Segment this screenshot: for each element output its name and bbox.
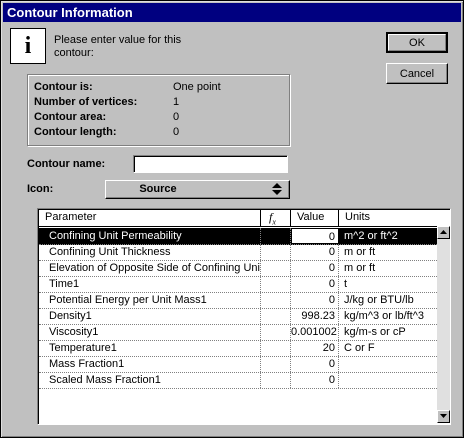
vertical-scrollbar[interactable]	[437, 226, 450, 423]
cell-value[interactable]: 0	[291, 276, 339, 292]
summary-row-area: Contour area: 0	[34, 110, 284, 125]
contour-summary-panel: Contour is: One point Number of vertices…	[27, 74, 290, 146]
cell-units: m or ft	[344, 246, 376, 258]
table-row[interactable]: Potential Energy per Unit Mass1 0 J/kg o…	[39, 292, 437, 309]
cell-value[interactable]: 998.23	[291, 308, 339, 324]
cell-parameter: Density1	[39, 308, 261, 324]
arrow-down-icon	[440, 414, 447, 418]
cell-units: m^2 or ft^2	[344, 230, 398, 242]
arrow-up-icon	[440, 230, 447, 234]
cell-parameter: Potential Energy per Unit Mass1	[39, 292, 261, 308]
cell-value[interactable]: 0	[291, 372, 339, 388]
summary-label: Number of vertices:	[34, 96, 138, 108]
summary-row-contour-is: Contour is: One point	[34, 80, 284, 95]
cell-parameter: Temperature1	[39, 340, 261, 356]
cell-value-input[interactable]: 0	[291, 228, 339, 244]
table-row[interactable]: Temperature1 20 C or F	[39, 340, 437, 357]
cell-value[interactable]: 0	[291, 356, 339, 372]
cell-units: kg/m-s or cP	[344, 326, 406, 338]
table-row[interactable]: Mass Fraction1 0	[39, 356, 437, 373]
summary-label: Contour length:	[34, 126, 117, 138]
icon-select[interactable]: Source	[105, 180, 290, 199]
cell-parameter: Elevation of Opposite Side of Confining …	[39, 260, 261, 276]
table-row[interactable]: Elevation of Opposite Side of Confining …	[39, 260, 437, 277]
cell-units: kg/m^3 or lb/ft^3	[344, 310, 425, 322]
cell-function	[261, 340, 291, 356]
scroll-down-button[interactable]	[437, 410, 450, 423]
cell-function	[261, 324, 291, 340]
cell-parameter: Confining Unit Permeability	[39, 228, 261, 244]
cell-parameter: Viscosity1	[39, 324, 261, 340]
parameter-table: Parameter fx Value Units Confining Unit …	[37, 208, 451, 425]
table-header: Parameter fx Value Units	[39, 210, 437, 227]
cell-value[interactable]: 0	[291, 244, 339, 260]
cell-units	[339, 356, 437, 372]
cell-parameter: Scaled Mass Fraction1	[39, 372, 261, 388]
title-bar: Contour Information	[3, 3, 461, 22]
table-row[interactable]: Time1 0 t	[39, 276, 437, 293]
cell-units: C or F	[344, 342, 375, 354]
info-icon: i	[10, 28, 46, 64]
column-header-units[interactable]: Units	[339, 210, 437, 226]
up-down-arrow-icon	[272, 183, 282, 195]
cancel-button[interactable]: Cancel	[386, 63, 448, 84]
column-header-function-icon[interactable]: fx	[261, 210, 291, 226]
summary-row-vertices: Number of vertices: 1	[34, 95, 284, 110]
cell-parameter: Time1	[39, 276, 261, 292]
cell-units: m or ft	[344, 262, 376, 274]
table-row[interactable]: Confining Unit Thickness 0 m or ft	[39, 244, 437, 261]
scroll-up-button[interactable]	[437, 226, 450, 239]
table-row[interactable]: Confining Unit Permeability 0 m^2 or ft^…	[39, 228, 437, 245]
cell-value[interactable]: 0	[291, 260, 339, 276]
prompt-message: Please enter value for this contour:	[54, 34, 182, 59]
icon-label: Icon:	[27, 183, 54, 195]
cell-units: J/kg or BTU/lb	[344, 294, 414, 306]
column-header-value[interactable]: Value	[291, 210, 339, 226]
contour-information-dialog: Contour Information i Please enter value…	[0, 0, 464, 438]
summary-label: Contour area:	[34, 111, 107, 123]
contour-name-input[interactable]	[133, 155, 288, 173]
summary-value: 1	[173, 96, 180, 108]
cell-value[interactable]: 20	[291, 340, 339, 356]
cell-units	[339, 372, 437, 388]
cell-function	[261, 372, 291, 388]
contour-name-label: Contour name:	[27, 158, 106, 170]
column-header-parameter[interactable]: Parameter	[39, 210, 261, 226]
cell-function	[261, 276, 291, 292]
cell-function	[261, 308, 291, 324]
cell-function	[261, 356, 291, 372]
cell-function	[261, 228, 291, 244]
cell-units: t	[344, 278, 348, 290]
summary-value: 0	[173, 111, 180, 123]
cell-parameter: Mass Fraction1	[39, 356, 261, 372]
summary-row-length: Contour length: 0	[34, 125, 284, 140]
summary-label: Contour is:	[34, 81, 93, 93]
cell-function	[261, 244, 291, 260]
table-row[interactable]: Density1 998.23 kg/m^3 or lb/ft^3	[39, 308, 437, 325]
cell-value[interactable]: 0.001002	[291, 324, 339, 340]
summary-value: 0	[173, 126, 180, 138]
table-row[interactable]: Scaled Mass Fraction1 0	[39, 372, 437, 389]
ok-button[interactable]: OK	[386, 32, 448, 53]
cell-function	[261, 292, 291, 308]
cell-function	[261, 260, 291, 276]
summary-value: One point	[173, 81, 221, 93]
table-row[interactable]: Viscosity1 0.001002 kg/m-s or cP	[39, 324, 437, 341]
icon-select-value: Source	[139, 183, 177, 195]
cell-value[interactable]: 0	[291, 292, 339, 308]
cell-parameter: Confining Unit Thickness	[39, 244, 261, 260]
